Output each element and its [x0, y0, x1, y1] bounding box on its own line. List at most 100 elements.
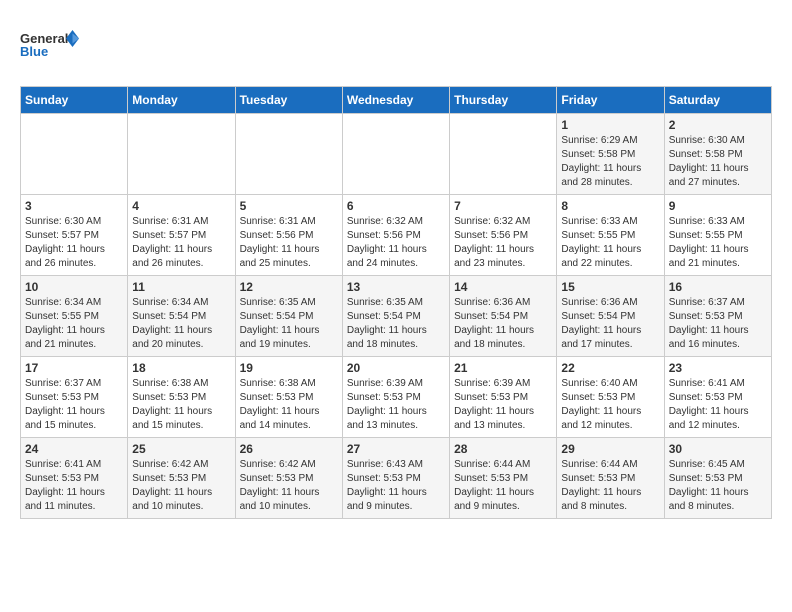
calendar-week-row: 24 Sunrise: 6:41 AM Sunset: 5:53 PM Dayli… — [21, 438, 772, 519]
day-info: Sunrise: 6:39 AM Sunset: 5:53 PM Dayligh… — [347, 377, 445, 433]
day-number: 15 — [561, 280, 659, 294]
calendar-cell: 1Sunrise: 6:29 AM Sunset: 5:58 PM Daylig… — [557, 114, 664, 195]
calendar-cell: 22Sunrise: 6:40 AM Sunset: 5:53 PM Dayli… — [557, 357, 664, 438]
calendar-cell: 10 Sunrise: 6:34 AM Sunset: 5:55 PM Dayli… — [21, 276, 128, 357]
day-info: Sunrise: 6:34 AM Sunset: 5:54 PM Dayligh… — [132, 296, 230, 352]
day-number: 1 — [561, 118, 659, 132]
day-info: Sunrise: 6:34 AM Sunset: 5:55 PM Dayligh… — [25, 296, 123, 352]
calendar-cell: 3Sunrise: 6:30 AM Sunset: 5:57 PM Daylig… — [21, 195, 128, 276]
day-info: Sunrise: 6:45 AM Sunset: 5:53 PM Dayligh… — [669, 458, 767, 514]
day-number: 23 — [669, 361, 767, 375]
day-number: 28 — [454, 442, 552, 456]
calendar-cell — [450, 114, 557, 195]
calendar-cell: 11 Sunrise: 6:34 AM Sunset: 5:54 PM Dayli… — [128, 276, 235, 357]
calendar-cell: 6 Sunrise: 6:32 AM Sunset: 5:56 PM Daylig… — [342, 195, 449, 276]
calendar-cell: 30 Sunrise: 6:45 AM Sunset: 5:53 PM Dayli… — [664, 438, 771, 519]
day-number: 13 — [347, 280, 445, 294]
day-info: Sunrise: 6:42 AM Sunset: 5:53 PM Dayligh… — [132, 458, 230, 514]
day-number: 20 — [347, 361, 445, 375]
calendar-cell — [342, 114, 449, 195]
logo: General Blue — [20, 20, 80, 70]
page-header: General Blue — [20, 20, 772, 70]
day-info: Sunrise: 6:30 AM Sunset: 5:57 PM Dayligh… — [25, 215, 123, 271]
calendar-cell: 7Sunrise: 6:32 AM Sunset: 5:56 PM Daylig… — [450, 195, 557, 276]
day-number: 14 — [454, 280, 552, 294]
calendar-cell: 24 Sunrise: 6:41 AM Sunset: 5:53 PM Dayli… — [21, 438, 128, 519]
day-number: 12 — [240, 280, 338, 294]
day-number: 9 — [669, 199, 767, 213]
column-header-wednesday: Wednesday — [342, 87, 449, 114]
calendar-cell: 20 Sunrise: 6:39 AM Sunset: 5:53 PM Dayli… — [342, 357, 449, 438]
calendar-cell: 14 Sunrise: 6:36 AM Sunset: 5:54 PM Dayli… — [450, 276, 557, 357]
day-number: 26 — [240, 442, 338, 456]
day-info: Sunrise: 6:36 AM Sunset: 5:54 PM Dayligh… — [454, 296, 552, 352]
calendar-cell: 12 Sunrise: 6:35 AM Sunset: 5:54 PM Dayli… — [235, 276, 342, 357]
day-number: 17 — [25, 361, 123, 375]
day-info: Sunrise: 6:35 AM Sunset: 5:54 PM Dayligh… — [240, 296, 338, 352]
day-number: 6 — [347, 199, 445, 213]
calendar-cell: 27 Sunrise: 6:43 AM Sunset: 5:53 PM Dayli… — [342, 438, 449, 519]
day-info: Sunrise: 6:37 AM Sunset: 5:53 PM Dayligh… — [25, 377, 123, 433]
day-number: 29 — [561, 442, 659, 456]
calendar-week-row: 10 Sunrise: 6:34 AM Sunset: 5:55 PM Dayli… — [21, 276, 772, 357]
day-number: 11 — [132, 280, 230, 294]
calendar-cell: 5 Sunrise: 6:31 AM Sunset: 5:56 PM Daylig… — [235, 195, 342, 276]
day-number: 5 — [240, 199, 338, 213]
calendar-cell: 2 Sunrise: 6:30 AM Sunset: 5:58 PM Daylig… — [664, 114, 771, 195]
calendar-cell: 28 Sunrise: 6:44 AM Sunset: 5:53 PM Dayli… — [450, 438, 557, 519]
day-info: Sunrise: 6:35 AM Sunset: 5:54 PM Dayligh… — [347, 296, 445, 352]
calendar-cell: 25 Sunrise: 6:42 AM Sunset: 5:53 PM Dayli… — [128, 438, 235, 519]
day-info: Sunrise: 6:38 AM Sunset: 5:53 PM Dayligh… — [132, 377, 230, 433]
svg-text:Blue: Blue — [20, 44, 48, 59]
column-header-thursday: Thursday — [450, 87, 557, 114]
day-info: Sunrise: 6:44 AM Sunset: 5:53 PM Dayligh… — [454, 458, 552, 514]
day-info: Sunrise: 6:37 AM Sunset: 5:53 PM Dayligh… — [669, 296, 767, 352]
calendar-cell: 21 Sunrise: 6:39 AM Sunset: 5:53 PM Dayli… — [450, 357, 557, 438]
calendar-week-row: 17 Sunrise: 6:37 AM Sunset: 5:53 PM Dayli… — [21, 357, 772, 438]
column-header-saturday: Saturday — [664, 87, 771, 114]
day-info: Sunrise: 6:41 AM Sunset: 5:53 PM Dayligh… — [25, 458, 123, 514]
day-number: 2 — [669, 118, 767, 132]
calendar-table: SundayMondayTuesdayWednesdayThursdayFrid… — [20, 86, 772, 519]
calendar-cell: 29 Sunrise: 6:44 AM Sunset: 5:53 PM Dayli… — [557, 438, 664, 519]
day-info: Sunrise: 6:31 AM Sunset: 5:57 PM Dayligh… — [132, 215, 230, 271]
day-info: Sunrise: 6:32 AM Sunset: 5:56 PM Dayligh… — [454, 215, 552, 271]
day-number: 16 — [669, 280, 767, 294]
calendar-cell: 26 Sunrise: 6:42 AM Sunset: 5:53 PM Dayli… — [235, 438, 342, 519]
day-info: Sunrise: 6:30 AM Sunset: 5:58 PM Dayligh… — [669, 134, 767, 190]
day-info: Sunrise: 6:39 AM Sunset: 5:53 PM Dayligh… — [454, 377, 552, 433]
calendar-cell — [235, 114, 342, 195]
calendar-cell: 15 Sunrise: 6:36 AM Sunset: 5:54 PM Dayli… — [557, 276, 664, 357]
column-header-sunday: Sunday — [21, 87, 128, 114]
day-info: Sunrise: 6:43 AM Sunset: 5:53 PM Dayligh… — [347, 458, 445, 514]
calendar-cell: 4 Sunrise: 6:31 AM Sunset: 5:57 PM Daylig… — [128, 195, 235, 276]
day-number: 27 — [347, 442, 445, 456]
calendar-cell: 16 Sunrise: 6:37 AM Sunset: 5:53 PM Dayli… — [664, 276, 771, 357]
day-number: 21 — [454, 361, 552, 375]
day-info: Sunrise: 6:31 AM Sunset: 5:56 PM Dayligh… — [240, 215, 338, 271]
calendar-cell — [21, 114, 128, 195]
calendar-cell: 17 Sunrise: 6:37 AM Sunset: 5:53 PM Dayli… — [21, 357, 128, 438]
day-info: Sunrise: 6:33 AM Sunset: 5:55 PM Dayligh… — [669, 215, 767, 271]
day-info: Sunrise: 6:32 AM Sunset: 5:56 PM Dayligh… — [347, 215, 445, 271]
day-number: 10 — [25, 280, 123, 294]
day-number: 8 — [561, 199, 659, 213]
day-info: Sunrise: 6:44 AM Sunset: 5:53 PM Dayligh… — [561, 458, 659, 514]
day-number: 24 — [25, 442, 123, 456]
calendar-cell: 18Sunrise: 6:38 AM Sunset: 5:53 PM Dayli… — [128, 357, 235, 438]
day-info: Sunrise: 6:40 AM Sunset: 5:53 PM Dayligh… — [561, 377, 659, 433]
day-info: Sunrise: 6:38 AM Sunset: 5:53 PM Dayligh… — [240, 377, 338, 433]
calendar-cell: 9 Sunrise: 6:33 AM Sunset: 5:55 PM Daylig… — [664, 195, 771, 276]
day-number: 25 — [132, 442, 230, 456]
calendar-cell: 8Sunrise: 6:33 AM Sunset: 5:55 PM Daylig… — [557, 195, 664, 276]
calendar-week-row: 3Sunrise: 6:30 AM Sunset: 5:57 PM Daylig… — [21, 195, 772, 276]
day-info: Sunrise: 6:42 AM Sunset: 5:53 PM Dayligh… — [240, 458, 338, 514]
day-number: 30 — [669, 442, 767, 456]
day-number: 4 — [132, 199, 230, 213]
logo-svg: General Blue — [20, 20, 80, 70]
day-info: Sunrise: 6:36 AM Sunset: 5:54 PM Dayligh… — [561, 296, 659, 352]
calendar-cell — [128, 114, 235, 195]
day-info: Sunrise: 6:41 AM Sunset: 5:53 PM Dayligh… — [669, 377, 767, 433]
column-header-tuesday: Tuesday — [235, 87, 342, 114]
column-header-friday: Friday — [557, 87, 664, 114]
